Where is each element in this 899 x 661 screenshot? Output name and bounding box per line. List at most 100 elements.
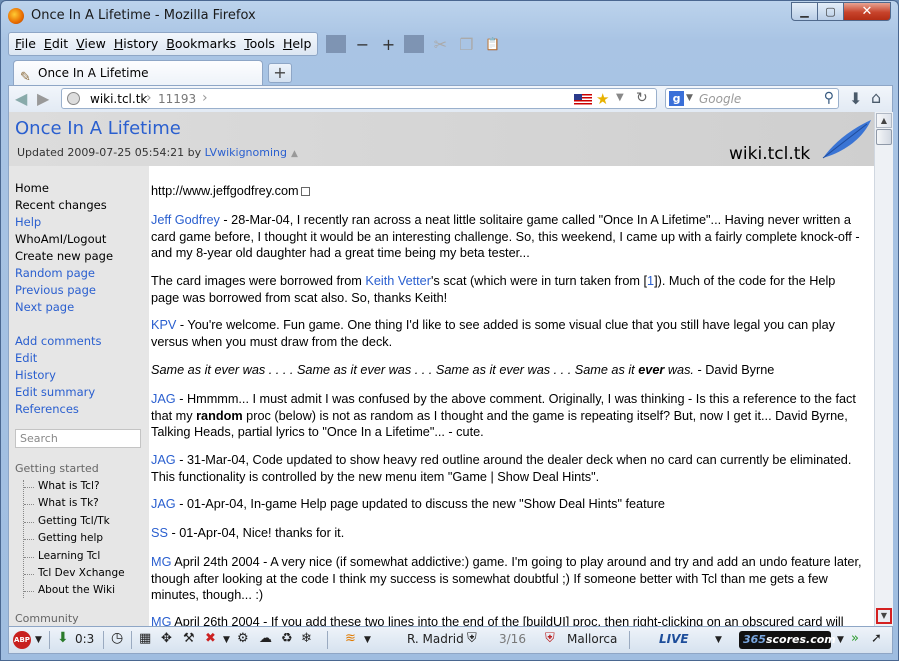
tree-item-learning-tcl[interactable]: Learning Tcl xyxy=(24,550,100,562)
download-arrow-icon[interactable]: ⬇ xyxy=(849,89,862,108)
rss-dropdown-icon[interactable]: ▼ xyxy=(364,635,371,645)
page-title[interactable]: Once In A Lifetime xyxy=(15,118,181,139)
author-link-jag[interactable]: JAG xyxy=(151,392,176,406)
sidebar-link-references[interactable]: References xyxy=(15,402,79,416)
menu-bar: File Edit View History Bookmarks Tools H… xyxy=(8,31,502,57)
url-history-dropdown-icon[interactable]: ▼ xyxy=(616,92,624,103)
engine-dropdown-icon[interactable]: ▼ xyxy=(686,93,693,103)
scroll-down-arrow-icon[interactable]: ▼ xyxy=(876,608,892,624)
blocked-dropdown-icon[interactable]: ▼ xyxy=(223,635,230,645)
getting-started-heading: Getting started xyxy=(15,462,99,475)
menu-history[interactable]: History xyxy=(110,33,162,55)
paragraph-text: 's scat (which were in turn taken from [ xyxy=(430,274,648,288)
forward-double-arrow-icon[interactable]: » xyxy=(851,631,859,646)
expand-triangle-icon[interactable]: ▲ xyxy=(291,149,298,159)
cloud-icon[interactable]: ☁ xyxy=(259,631,272,646)
forward-arrow-icon[interactable]: ▶ xyxy=(37,89,49,108)
external-link-icon xyxy=(300,187,310,197)
url-bar[interactable]: wiki.tcl.tk › 11193 › ★ ▼ ↻ xyxy=(61,88,657,109)
tree-item-tcl-dev-xchange[interactable]: Tcl Dev Xchange xyxy=(24,567,125,579)
author-link-jag[interactable]: JAG xyxy=(151,453,176,467)
scroll-up-arrow-icon[interactable]: ▲ xyxy=(876,113,892,128)
tree-item-getting-help[interactable]: Getting help xyxy=(24,532,103,544)
menu-bookmarks[interactable]: Bookmarks xyxy=(162,33,240,55)
sidebar-link-add-comments[interactable]: Add comments xyxy=(15,334,102,348)
search-bar[interactable]: g ▼ Google ⚲ xyxy=(665,88,839,109)
pointer-cursor-icon: ➚ xyxy=(871,631,882,646)
tree-item-what-is-tcl[interactable]: What is Tcl? xyxy=(24,480,100,492)
sidebar-link-create-page[interactable]: Create new page xyxy=(15,249,113,263)
external-homepage-link[interactable]: http://www.jeffgodfrey.com xyxy=(151,184,299,198)
maximize-button[interactable]: ▢ xyxy=(817,2,844,21)
sidebar-link-home[interactable]: Home xyxy=(15,181,49,195)
site-identity-icon[interactable] xyxy=(67,92,80,105)
back-arrow-icon[interactable]: ◀ xyxy=(15,89,27,108)
reload-icon[interactable]: ↻ xyxy=(636,90,648,106)
blocked-icon[interactable]: ✖ xyxy=(205,631,216,646)
tab-once-in-a-lifetime[interactable]: ✎ Once In A Lifetime xyxy=(13,60,263,85)
menu-edit-label: dit xyxy=(51,36,69,51)
author-link-mg[interactable]: MG xyxy=(151,615,171,626)
sidebar-search-input[interactable]: Search xyxy=(15,429,141,448)
paragraph-text: - 31-Mar-04, Code updated to show heavy … xyxy=(151,453,852,484)
tree-item-what-is-tk[interactable]: What is Tk? xyxy=(24,497,99,509)
rss-feed-icon[interactable]: ≋ xyxy=(345,631,356,646)
menu-help[interactable]: Help xyxy=(279,33,316,55)
adblock-dropdown-icon[interactable]: ▼ xyxy=(35,635,42,645)
minimize-button[interactable]: ▁ xyxy=(791,2,818,21)
sidebar-link-previous-page[interactable]: Previous page xyxy=(15,283,96,297)
adblock-plus-icon[interactable]: ABP xyxy=(13,631,31,649)
magnifier-icon[interactable]: ⚲ xyxy=(824,90,834,106)
sidebar-link-help[interactable]: Help xyxy=(15,215,41,229)
sidebar-link-random-page[interactable]: Random page xyxy=(15,266,95,280)
move-icon[interactable]: ✥ xyxy=(161,631,172,646)
zoom-in-icon[interactable]: + xyxy=(378,35,398,54)
zoom-out-icon[interactable]: − xyxy=(352,35,372,54)
menu-tools[interactable]: Tools xyxy=(240,33,279,55)
close-button[interactable]: ✕ xyxy=(843,2,891,21)
new-tab-button[interactable]: + xyxy=(268,63,292,83)
sidebar-link-recent-changes[interactable]: Recent changes xyxy=(15,198,107,212)
author-link-mg[interactable]: MG xyxy=(151,555,171,569)
sidebar-link-history[interactable]: History xyxy=(15,368,56,382)
menu-edit[interactable]: Edit xyxy=(40,33,72,55)
menu-help-label: elp xyxy=(292,36,312,51)
settings-icon[interactable]: ⚙ xyxy=(237,631,249,646)
vertical-scrollbar[interactable]: ▲ ▼ xyxy=(874,112,893,626)
paste-icon[interactable]: 📋 xyxy=(482,37,502,51)
clock-icon[interactable]: ◷ xyxy=(111,630,123,646)
author-link-kpv[interactable]: KPV xyxy=(151,318,176,332)
tree-item-getting-tcl-tk[interactable]: Getting Tcl/Tk xyxy=(24,515,110,527)
author-link-jeff-godfrey[interactable]: Jeff Godfrey xyxy=(151,213,220,227)
updated-author-link[interactable]: LVwikignoming xyxy=(205,146,287,159)
sidebar-link-next-page[interactable]: Next page xyxy=(15,300,74,314)
live-badge[interactable]: LIVE xyxy=(659,632,689,646)
snowflake-icon[interactable]: ❄ xyxy=(301,631,312,646)
sidebar-link-edit[interactable]: Edit xyxy=(15,351,37,365)
sidebar-link-edit-summary[interactable]: Edit summary xyxy=(15,385,95,399)
google-engine-icon[interactable]: g xyxy=(669,91,684,106)
tree-item-about-wiki[interactable]: About the Wiki xyxy=(24,584,115,596)
copy-icon[interactable]: ❐ xyxy=(456,35,476,54)
sidebar-link-whoami[interactable]: WhoAmI/Logout xyxy=(15,232,106,246)
cut-icon[interactable]: ✂ xyxy=(430,35,450,54)
wrench-icon[interactable]: ⚒ xyxy=(183,631,195,646)
update-check-icon[interactable]: ⬇ xyxy=(57,630,69,646)
page-viewport: Once In A Lifetime Updated 2009-07-25 05… xyxy=(8,112,874,626)
link-keith-vetter[interactable]: Keith Vetter xyxy=(365,274,431,288)
365-scores-badge[interactable]: 365scores.com xyxy=(739,631,836,649)
us-flag-icon[interactable] xyxy=(574,94,592,105)
home-icon[interactable]: ⌂ xyxy=(871,88,881,107)
live-dropdown-icon[interactable]: ▼ xyxy=(715,635,722,645)
scrollbar-thumb[interactable] xyxy=(876,129,892,145)
bookmark-star-icon[interactable]: ★ xyxy=(596,90,609,108)
grid-icon[interactable]: ▦ xyxy=(139,631,151,646)
menu-file[interactable]: File xyxy=(11,33,40,55)
status-separator xyxy=(629,631,630,649)
menu-view[interactable]: View xyxy=(72,33,110,55)
author-link-ss[interactable]: SS xyxy=(151,526,168,540)
scores-dropdown-icon[interactable]: ▼ xyxy=(837,635,844,645)
author-link-jag[interactable]: JAG xyxy=(151,497,176,511)
trash-icon[interactable]: ♻ xyxy=(281,631,293,646)
search-input[interactable]: Google xyxy=(699,92,741,106)
